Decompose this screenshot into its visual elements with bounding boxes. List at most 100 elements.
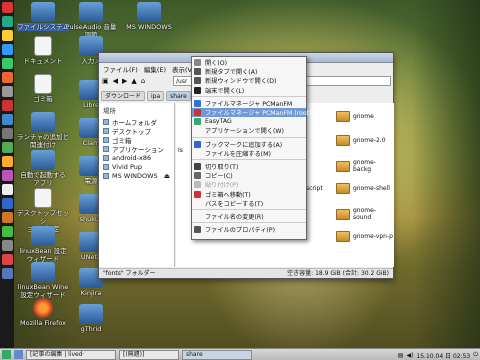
launcher-icon [31, 112, 55, 132]
desktop-icon-ms-windows[interactable]: MS WINDOWS [120, 2, 178, 31]
context-menu-label: アプリケーションで開く(W) [205, 128, 284, 136]
pcmanfm-root-icon [194, 109, 201, 117]
desktop-icon-gthumb[interactable]: gThrid [62, 304, 120, 333]
launcher-icon[interactable] [1, 128, 13, 139]
menu-icon[interactable] [2, 350, 11, 359]
sidebar-item-vivid-pup[interactable]: Vivid Pup [99, 162, 174, 171]
menu-file[interactable]: ファイル(F) [103, 64, 138, 74]
launcher-icon[interactable] [1, 16, 13, 27]
path-button-ipa[interactable]: ipa [147, 91, 165, 101]
launcher-icon[interactable] [1, 226, 13, 237]
launcher-icon[interactable] [1, 114, 13, 125]
settings-icon [34, 188, 52, 208]
network-icon[interactable]: ▤ [398, 352, 404, 359]
task-untitled[interactable]: [(無題)] [119, 349, 179, 360]
up-icon[interactable]: ▲ [131, 77, 136, 85]
sidebar-item-applications[interactable]: アプリケーション [99, 144, 174, 154]
context-menu-item[interactable]: ファイルを圧縮する(M) [192, 149, 306, 158]
context-menu-item[interactable]: ファイルマネージャ PCManFM (root) [192, 107, 311, 118]
easytag-icon [194, 118, 201, 126]
file-item[interactable]: gnome-sound [336, 207, 394, 221]
context-menu-label: 切り取り(T) [205, 163, 239, 171]
launcher-icon[interactable] [1, 142, 13, 153]
path-button-share[interactable]: share [166, 91, 191, 101]
file-item[interactable]: gnome-shell [336, 183, 390, 194]
file-item[interactable]: gnome-backg [336, 159, 394, 173]
context-menu-item[interactable]: ファイルのプロパティ(P) [192, 225, 306, 234]
home-icon[interactable]: ⌂ [141, 77, 145, 85]
context-menu-label: ファイルマネージャ PCManFM (root) [205, 110, 312, 118]
context-menu-label: コピー(C) [205, 173, 233, 181]
status-selected: "fonts" フォルダー [103, 270, 156, 277]
file-item[interactable]: gnome-2.0 [336, 135, 386, 146]
sidebar-item-desktop[interactable]: デスクトップ [99, 126, 174, 136]
launcher-icon[interactable] [1, 44, 13, 55]
path-button-downloads[interactable]: ダウンロード [101, 91, 146, 101]
drive-icon [137, 2, 161, 22]
new-tab-icon[interactable]: ▣ [102, 77, 109, 85]
context-menu-label: EasyTAG [205, 118, 232, 126]
cut-icon [194, 162, 201, 170]
launcher-icon[interactable] [1, 86, 13, 97]
left-launcher-panel [0, 0, 14, 348]
context-menu-item[interactable]: パスをコピーする(T) [192, 199, 306, 208]
context-menu-label: パスをコピーする(T) [205, 200, 264, 208]
context-menu-item[interactable]: ゴミ箱へ移動(T) [192, 189, 306, 199]
context-menu-item[interactable]: ファイル名の変更(R) [192, 212, 306, 221]
context-menu-item[interactable]: 切り取り(T) [192, 162, 306, 171]
launcher-icon[interactable] [1, 2, 13, 13]
launcher-icon[interactable] [1, 58, 13, 69]
wizard-icon [31, 226, 55, 246]
document-icon [34, 36, 52, 56]
context-menu-label: 新規ウィンドウで開く(D) [205, 78, 277, 86]
context-menu-item[interactable]: 新規ウィンドウで開く(D) [192, 76, 306, 85]
new-tab-icon [194, 68, 201, 76]
context-menu-label: 新規タブで開く(A) [205, 69, 258, 77]
menu-edit[interactable]: 編集(E) [144, 64, 166, 74]
launcher-icon[interactable] [1, 170, 13, 181]
file-item[interactable]: Is [178, 147, 183, 154]
back-icon[interactable]: ◀ [113, 77, 118, 85]
home-folder-icon [103, 118, 109, 125]
context-menu-item[interactable]: ファイルマネージャ PCManFM [192, 99, 306, 108]
context-menu-item[interactable]: 新規タブで開く(A) [192, 67, 306, 76]
volume-icon[interactable]: ◀) [406, 352, 413, 359]
launcher-icon[interactable] [1, 268, 13, 279]
launcher-icon[interactable] [1, 240, 13, 251]
file-item[interactable]: gnome [336, 111, 374, 122]
drive-icon [31, 2, 55, 22]
file-item[interactable]: gnome-vpn-p [336, 231, 393, 242]
context-menu-item[interactable]: アプリケーションで開く(W) [192, 126, 306, 135]
sidebar-item-android[interactable]: android-x86 [99, 153, 174, 162]
launcher-icon[interactable] [1, 30, 13, 41]
context-menu-label: ゴミ箱へ移動(T) [205, 191, 251, 199]
launcher-icon[interactable] [1, 184, 13, 195]
drive-icon [103, 154, 109, 161]
menubar: ファイル(F) 編集(E) 表示(V) [99, 63, 195, 74]
context-menu-label: ファイル名の変更(R) [205, 213, 264, 221]
desktop-icon-pulseaudio[interactable]: PulseAudio 音量 調節 [62, 2, 120, 39]
bookmark-icon [194, 140, 201, 148]
eject-icon[interactable]: ⏏ [164, 172, 170, 180]
sidebar-item-ms-windows[interactable]: MS WINDOWS ⏏ [99, 171, 174, 180]
task-browser[interactable]: [記事の編集 | lived· [26, 349, 116, 360]
context-menu-label: 開く(O) [205, 60, 228, 68]
context-menu-item[interactable]: EasyTAG [192, 117, 306, 126]
power-icon[interactable]: ⏻ [473, 351, 478, 359]
task-share[interactable]: share [182, 349, 252, 360]
show-desktop-icon[interactable] [14, 350, 23, 359]
context-menu-item[interactable]: 端末で開く(L) [192, 86, 306, 95]
folder-icon [336, 208, 350, 220]
launcher-icon[interactable] [1, 72, 13, 83]
clock[interactable]: 15.10.04 日 02:53 [416, 351, 470, 360]
context-menu-item[interactable]: コピー(C) [192, 171, 306, 180]
context-menu-item[interactable]: 開く(O) [192, 58, 306, 67]
launcher-icon[interactable] [1, 254, 13, 265]
launcher-icon[interactable] [1, 198, 13, 209]
launcher-icon[interactable] [1, 100, 13, 111]
launcher-icon[interactable] [1, 156, 13, 167]
forward-icon[interactable]: ▶ [122, 77, 127, 85]
new-window-icon [194, 77, 201, 85]
launcher-icon[interactable] [1, 212, 13, 223]
context-menu-item[interactable]: ブックマークに追加する(A) [192, 140, 306, 149]
